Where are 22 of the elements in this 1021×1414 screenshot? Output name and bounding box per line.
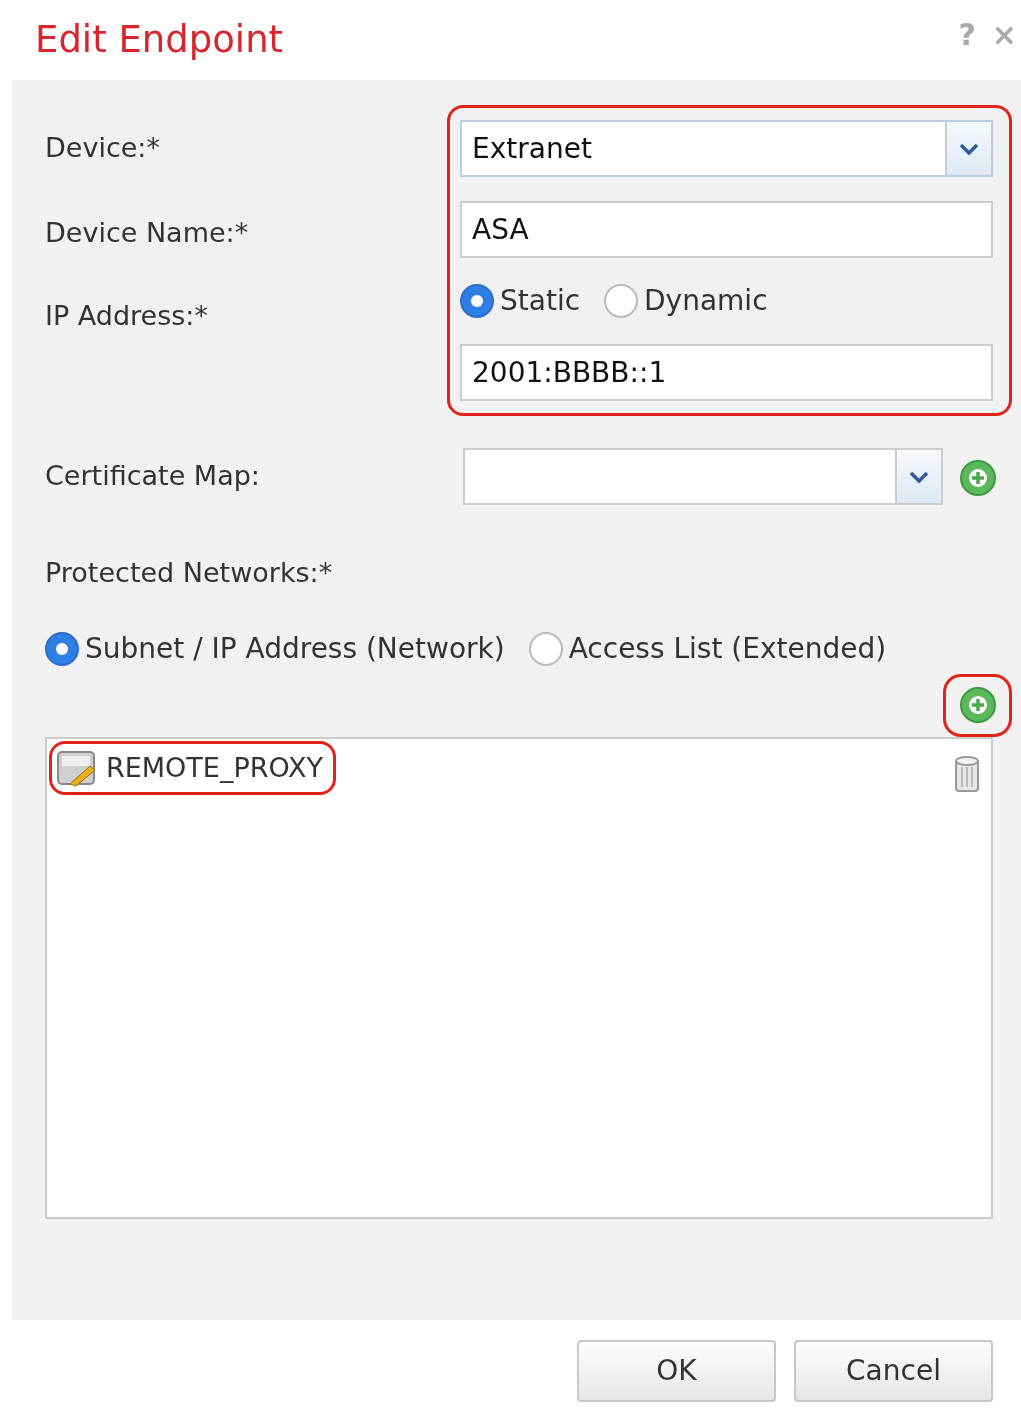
network-name: REMOTE_PROXY (106, 750, 323, 785)
field-label: Device Name:* (45, 216, 249, 251)
dialog-title: Edit Endpoint (35, 17, 285, 63)
add-icon[interactable] (958, 686, 997, 724)
field-label: Certificate Map: (45, 460, 260, 492)
dialog-button[interactable]: Cancel (794, 1340, 993, 1402)
radio-option[interactable]: Dynamic (604, 280, 768, 322)
trash-icon[interactable] (953, 755, 981, 793)
device-name-field[interactable]: ASA (460, 201, 993, 258)
radio-option[interactable]: Static (460, 280, 581, 322)
caret-icon (959, 142, 979, 155)
dialog-button[interactable]: OK (577, 1340, 776, 1402)
add-icon[interactable] (959, 458, 997, 497)
radio-option[interactable]: Subnet / IP Address (Network) (45, 627, 505, 670)
device-dropdown[interactable]: Extranet (460, 120, 993, 177)
radio-option[interactable]: Access List (Extended) (528, 627, 887, 670)
caret-icon (909, 470, 929, 483)
ip-address-field[interactable]: 2001:BBBB::1 (460, 344, 993, 401)
field-label: Protected Networks:* (45, 557, 333, 588)
list-item[interactable]: REMOTE_PROXY (49, 740, 336, 795)
field-label: IP Address:* (45, 298, 208, 333)
field-label: Device:* (45, 131, 160, 166)
